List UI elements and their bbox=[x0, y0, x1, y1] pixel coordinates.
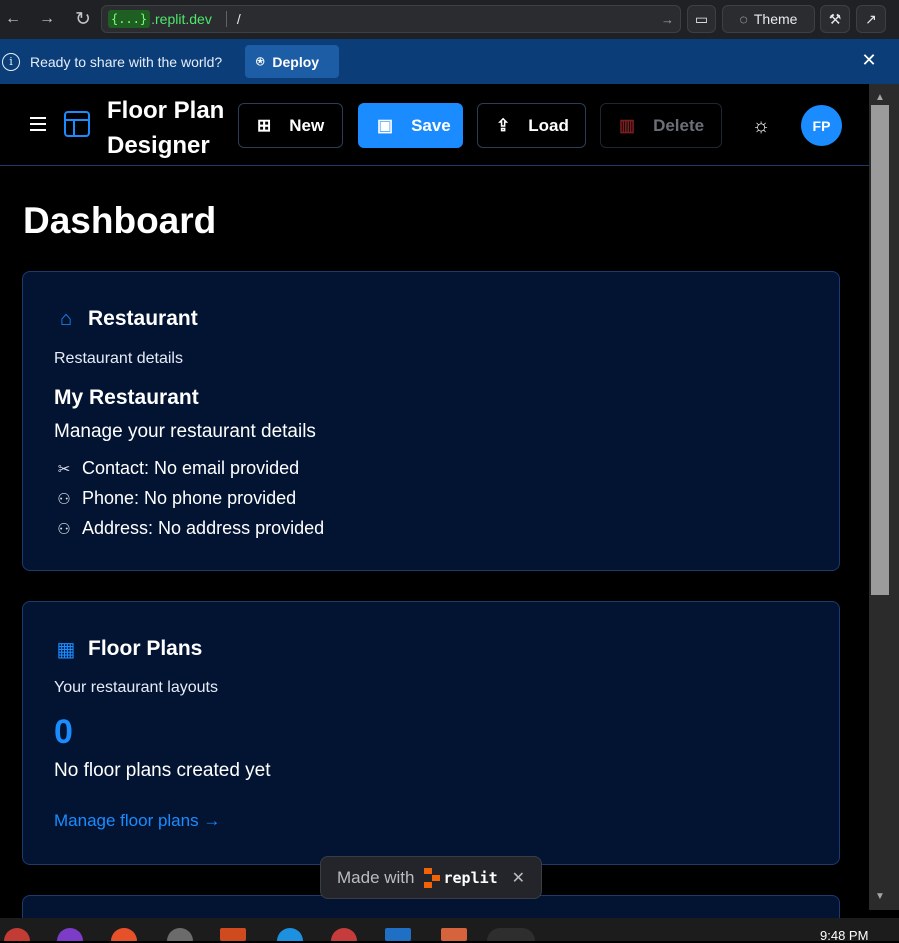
layout-logo-icon bbox=[64, 111, 90, 137]
go-arrow-icon[interactable]: → bbox=[661, 12, 674, 27]
made-with-label: Made with bbox=[337, 867, 415, 887]
restaurant-name: My Restaurant bbox=[54, 386, 199, 409]
utensils-icon: ✂ bbox=[57, 460, 71, 478]
app-icon[interactable] bbox=[385, 928, 411, 941]
page-title: Dashboard bbox=[23, 200, 217, 241]
deploy-button[interactable]: ⍟ Deploy bbox=[245, 45, 339, 78]
new-button[interactable]: ⊞ New bbox=[238, 103, 343, 148]
delete-button[interactable]: ▥ Delete bbox=[600, 103, 722, 148]
load-label: Load bbox=[528, 115, 569, 135]
app-icon[interactable] bbox=[487, 928, 535, 941]
floor-plans-card-header: ▦ Floor Plans bbox=[54, 637, 203, 661]
app-icon[interactable] bbox=[57, 928, 83, 941]
app-icon[interactable] bbox=[331, 928, 357, 941]
main-content: Dashboard ⌂ Restaurant Restaurant detail… bbox=[0, 166, 869, 918]
contact-text: Contact: No email provided bbox=[82, 458, 300, 478]
os-taskbar: 9:48 PM bbox=[0, 918, 899, 943]
replit-brand: replit bbox=[443, 868, 498, 887]
save-button[interactable]: ▣ Save bbox=[358, 103, 463, 148]
load-button[interactable]: ⇪ Load bbox=[477, 103, 586, 148]
delete-label: Delete bbox=[653, 115, 705, 135]
file-plus-icon: ⊞ bbox=[257, 115, 272, 135]
made-with-replit-badge[interactable]: Made with replit ✕ bbox=[320, 856, 542, 899]
restaurant-card-header: ⌂ Restaurant bbox=[54, 307, 198, 331]
restaurant-card: ⌂ Restaurant Restaurant details My Resta… bbox=[22, 271, 840, 571]
theme-button[interactable]: ◌ Theme bbox=[722, 5, 815, 33]
open-external-icon[interactable]: ↗ bbox=[856, 5, 886, 33]
address-text: Address: No address provided bbox=[82, 518, 325, 538]
upload-icon: ⇪ bbox=[496, 115, 511, 135]
back-arrow-icon[interactable]: ← bbox=[1, 7, 25, 31]
wrench-icon[interactable]: ⚒ bbox=[820, 5, 850, 33]
app-title: Floor Plan Designer bbox=[107, 97, 225, 159]
app-icon[interactable] bbox=[277, 928, 303, 941]
card-subtitle: Your restaurant layouts bbox=[54, 679, 218, 696]
floor-plans-card: ▦ Floor Plans Your restaurant layouts 0 … bbox=[22, 601, 840, 865]
menu-icon[interactable] bbox=[30, 117, 46, 131]
address-bar[interactable]: {...} .replit.dev / → bbox=[101, 5, 681, 33]
app-icon[interactable] bbox=[111, 928, 137, 941]
deploy-icon: ⍟ bbox=[256, 53, 265, 69]
url-tag: {...} bbox=[108, 10, 151, 28]
close-icon[interactable]: ✕ bbox=[859, 50, 879, 70]
phone-row: ⚇ Phone: No phone provided bbox=[54, 488, 296, 509]
empty-state-text: No floor plans created yet bbox=[54, 760, 271, 781]
banner-text: Ready to share with the world? bbox=[30, 53, 223, 70]
phone-text: Phone: No phone provided bbox=[82, 488, 297, 508]
app-icon[interactable] bbox=[167, 928, 193, 941]
forward-arrow-icon[interactable]: → bbox=[35, 7, 59, 31]
users-icon: ⚇ bbox=[57, 520, 71, 538]
url-path: / bbox=[225, 11, 241, 27]
reload-icon[interactable]: ↻ bbox=[71, 7, 95, 31]
card-title: Restaurant bbox=[88, 307, 198, 330]
deploy-banner: i Ready to share with the world? ⍟ Deplo… bbox=[0, 39, 899, 84]
grid-icon: ▦ bbox=[56, 638, 76, 661]
floor-plan-count: 0 bbox=[54, 713, 73, 751]
replit-logo-icon bbox=[424, 867, 441, 888]
card-title: Floor Plans bbox=[88, 637, 203, 660]
app-header: Floor Plan Designer ⊞ New ▣ Save ⇪ Load … bbox=[0, 84, 869, 166]
save-icon: ▣ bbox=[377, 115, 394, 135]
app-icon[interactable] bbox=[441, 928, 467, 941]
app-icon[interactable] bbox=[4, 928, 30, 941]
contact-row: ✂ Contact: No email provided bbox=[54, 458, 299, 479]
devices-icon[interactable]: ▭ bbox=[687, 5, 716, 33]
url-host: .replit.dev bbox=[151, 11, 212, 27]
new-label: New bbox=[289, 115, 325, 135]
manage-floor-plans-link[interactable]: Manage floor plans → bbox=[54, 811, 220, 831]
scrollbar-thumb[interactable] bbox=[871, 105, 889, 595]
card-subtitle: Restaurant details bbox=[54, 350, 183, 367]
theme-label: Theme bbox=[753, 11, 798, 27]
sun-icon[interactable]: ☼ bbox=[749, 114, 773, 138]
deploy-label: Deploy bbox=[272, 53, 320, 70]
app-icon[interactable] bbox=[220, 928, 246, 941]
chef-hat-icon: ⌂ bbox=[59, 307, 73, 330]
scroll-up-arrow-icon[interactable]: ▲ bbox=[875, 92, 885, 103]
avatar[interactable]: FP bbox=[801, 105, 842, 146]
info-icon: i bbox=[2, 52, 20, 71]
users-icon: ⚇ bbox=[57, 490, 71, 508]
trash-icon: ▥ bbox=[619, 115, 636, 135]
restaurant-manage-text: Manage your restaurant details bbox=[54, 421, 316, 442]
browser-toolbar: ← → ↻ {...} .replit.dev / → ▭ ◌ Theme ⚒ … bbox=[0, 0, 899, 39]
save-label: Save bbox=[411, 115, 451, 135]
palette-icon: ◌ bbox=[739, 11, 748, 27]
close-icon[interactable]: ✕ bbox=[512, 868, 525, 888]
address-row: ⚇ Address: No address provided bbox=[54, 518, 324, 539]
scroll-down-arrow-icon[interactable]: ▼ bbox=[875, 891, 885, 902]
